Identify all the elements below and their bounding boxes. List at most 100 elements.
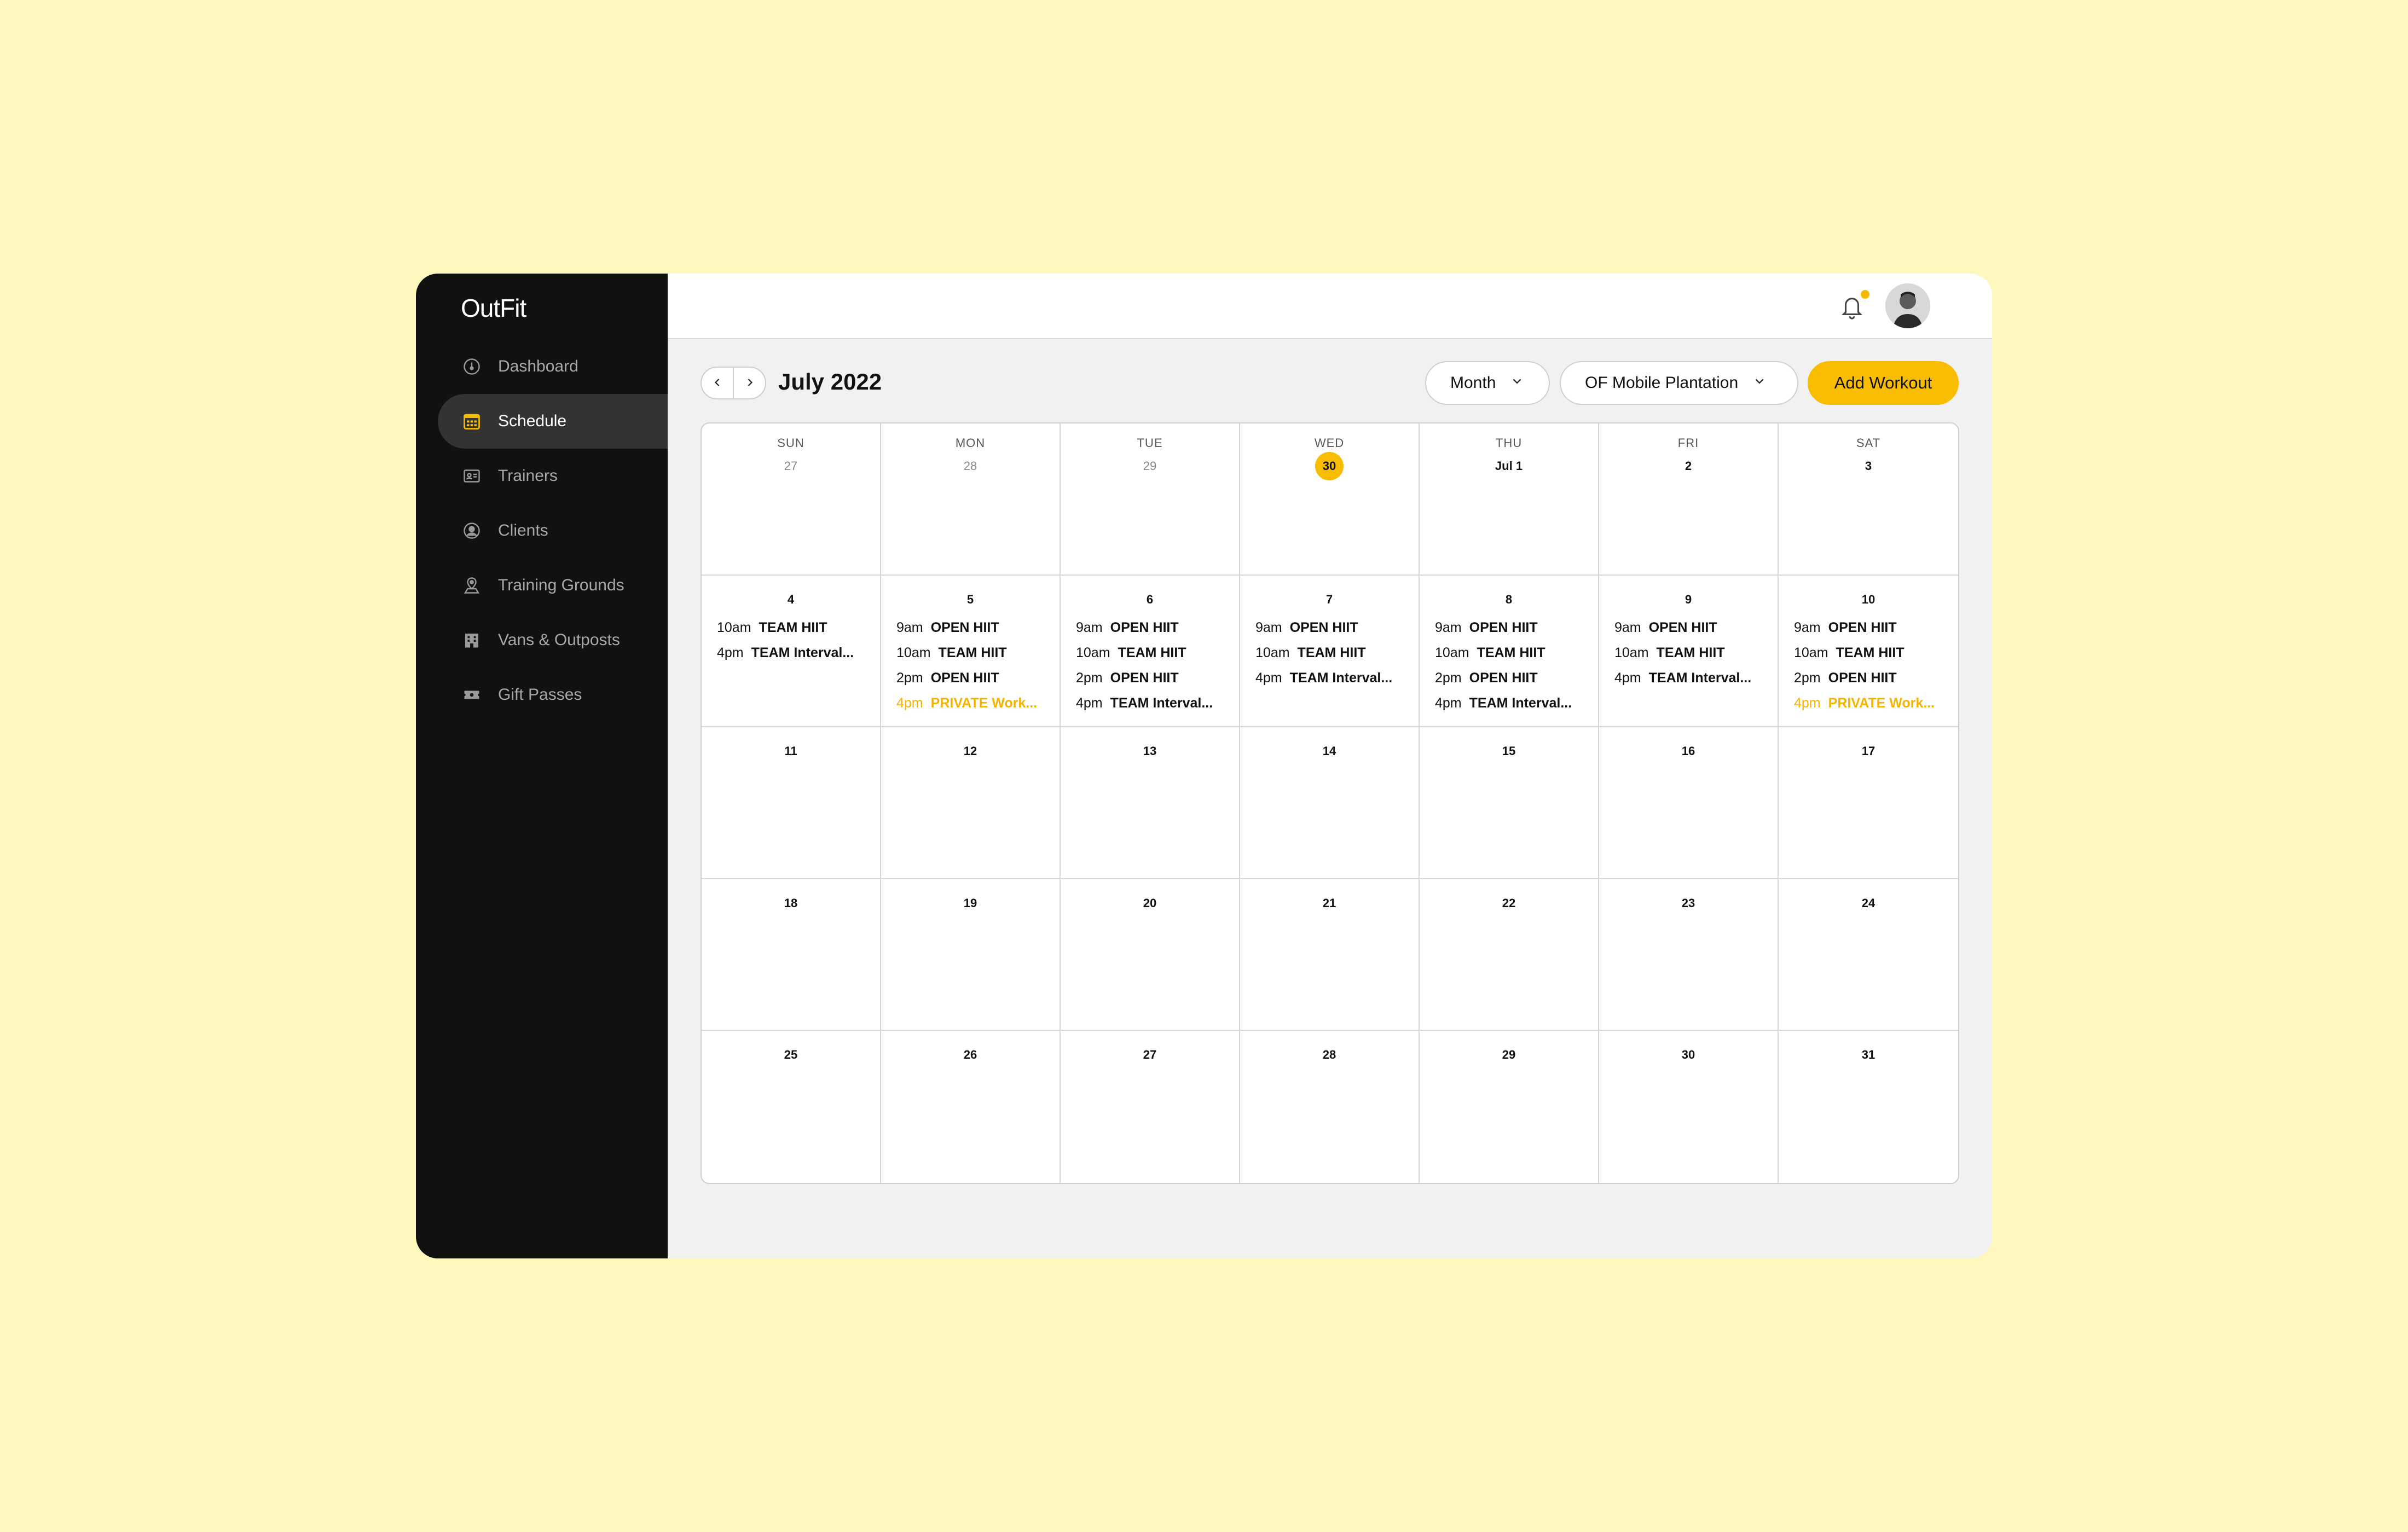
location-select[interactable]: OF Mobile Plantation xyxy=(1560,361,1798,405)
calendar-event[interactable]: 10am TEAM HIIT xyxy=(1076,640,1224,665)
sidebar-item-dashboard[interactable]: Dashboard xyxy=(438,339,668,394)
calendar-day-cell[interactable]: 18 xyxy=(702,879,881,1031)
calendar-event[interactable]: 2pm OPEN HIIT xyxy=(1794,665,1943,690)
calendar-event[interactable]: 10am TEAM HIIT xyxy=(1614,640,1762,665)
calendar-event[interactable]: 10am TEAM HIIT xyxy=(1794,640,1943,665)
calendar-day-cell[interactable]: 12 xyxy=(881,727,1061,879)
calendar-event[interactable]: 10am TEAM HIIT xyxy=(1435,640,1583,665)
calendar-day-cell[interactable]: 28 xyxy=(1240,1031,1420,1183)
event-title: TEAM HIIT xyxy=(1297,645,1366,660)
calendar-day-cell[interactable]: 27 xyxy=(1061,1031,1240,1183)
calendar-event[interactable]: 4pm PRIVATE Work... xyxy=(896,690,1044,716)
calendar-day-cell[interactable]: SAT 3 xyxy=(1779,423,1958,576)
sidebar-item-schedule[interactable]: Schedule xyxy=(438,394,668,449)
calendar-event[interactable]: 4pm TEAM Interval... xyxy=(1435,690,1583,716)
calendar-event[interactable]: 10am TEAM HIIT xyxy=(717,615,865,640)
calendar-day-cell[interactable]: FRI 2 xyxy=(1599,423,1779,576)
add-workout-button[interactable]: Add Workout xyxy=(1808,361,1959,405)
calendar-day-cell[interactable]: 25 xyxy=(702,1031,881,1183)
day-number: 29 xyxy=(1143,459,1157,473)
calendar-event[interactable]: 9am OPEN HIIT xyxy=(1076,615,1224,640)
sidebar-item-label: Dashboard xyxy=(498,357,578,375)
calendar-day-cell[interactable]: 30 xyxy=(1599,1031,1779,1183)
calendar-event[interactable]: 9am OPEN HIIT xyxy=(1614,615,1762,640)
calendar-day-cell[interactable]: 11 xyxy=(702,727,881,879)
event-title: OPEN HIIT xyxy=(1289,619,1358,635)
next-month-button[interactable] xyxy=(734,368,765,398)
calendar-event[interactable]: 4pm TEAM Interval... xyxy=(1255,665,1403,690)
calendar-day-cell[interactable]: 6 9am OPEN HIIT 10am TEAM HIIT 2pm OPEN HIIT 4p… xyxy=(1061,575,1240,728)
sidebar-item-label: Training Grounds xyxy=(498,576,624,594)
sidebar-item-clients[interactable]: Clients xyxy=(438,503,668,558)
view-select[interactable]: Month xyxy=(1425,361,1550,405)
day-number: 20 xyxy=(1143,896,1157,910)
day-number: 15 xyxy=(1502,744,1516,758)
calendar-day-cell[interactable]: TUE 29 xyxy=(1061,423,1240,576)
calendar-day-cell[interactable]: 9 9am OPEN HIIT 10am TEAM HIIT 4pm TEAM Interv… xyxy=(1599,575,1779,728)
event-title: OPEN HIIT xyxy=(930,670,999,686)
calendar-day-cell[interactable]: 13 xyxy=(1061,727,1240,879)
day-number: 14 xyxy=(1322,744,1336,758)
calendar-day-cell[interactable]: 5 9am OPEN HIIT 10am TEAM HIIT 2pm OPEN HIIT 4p… xyxy=(881,575,1061,728)
calendar-day-cell[interactable]: 24 xyxy=(1779,879,1958,1031)
calendar-day-cell[interactable]: THU Jul 1 xyxy=(1420,423,1599,576)
calendar-day-cell[interactable]: SUN 27 xyxy=(702,423,881,576)
event-title: PRIVATE Work... xyxy=(1828,695,1935,711)
calendar-day-cell[interactable]: 19 xyxy=(881,879,1061,1031)
sidebar-item-vans-outposts[interactable]: Vans & Outposts xyxy=(438,613,668,668)
day-number: 10 xyxy=(1861,592,1876,606)
calendar-event[interactable]: 4pm TEAM Interval... xyxy=(717,640,865,665)
calendar-day-cell[interactable]: 10 9am OPEN HIIT 10am TEAM HIIT 2pm OPEN HIIT 4… xyxy=(1779,576,1958,728)
calendar-day-cell[interactable]: 29 xyxy=(1420,1031,1599,1183)
calendar-day-cell[interactable]: 15 xyxy=(1420,727,1599,879)
calendar-day-cell[interactable]: 23 xyxy=(1599,879,1779,1031)
chevron-left-icon xyxy=(712,377,723,390)
event-time: 2pm xyxy=(1076,670,1103,686)
weekday-header: MON xyxy=(955,436,986,450)
calendar-event[interactable]: 2pm OPEN HIIT xyxy=(1076,665,1224,690)
sidebar-item-trainers[interactable]: Trainers xyxy=(438,449,668,503)
id-card-icon xyxy=(461,465,483,487)
calendar-event[interactable]: 2pm OPEN HIIT xyxy=(896,665,1044,690)
day-number: 5 xyxy=(966,592,974,606)
sidebar-nav: Dashboard Schedule Trainers Clients Trai… xyxy=(416,339,668,722)
calendar-day-cell[interactable]: 7 9am OPEN HIIT 10am TEAM HIIT 4pm TEAM Interv… xyxy=(1240,575,1420,728)
calendar-day-cell[interactable]: 8 9am OPEN HIIT 10am TEAM HIIT 2pm OPEN HIIT 4p… xyxy=(1420,575,1599,728)
day-number: 19 xyxy=(963,896,977,910)
calendar-event[interactable]: 10am TEAM HIIT xyxy=(896,640,1044,665)
month-calendar-grid: SUN 27 MON 28 TUE 29 WED 30 THU Jul 1 FRI 2 SAT 3 4 10a… xyxy=(701,422,1959,1184)
day-number: 25 xyxy=(784,1048,798,1062)
calendar-day-cell[interactable]: 16 xyxy=(1599,727,1779,879)
calendar-day-cell[interactable]: 20 xyxy=(1061,879,1240,1031)
calendar-day-cell[interactable]: 26 xyxy=(881,1031,1061,1183)
day-number: 7 xyxy=(1325,592,1333,606)
calendar-event[interactable]: 10am TEAM HIIT xyxy=(1255,640,1403,665)
bell-icon xyxy=(1839,293,1865,323)
calendar-day-cell[interactable]: 21 xyxy=(1240,879,1420,1031)
day-number: 8 xyxy=(1505,592,1513,606)
sidebar-item-label: Vans & Outposts xyxy=(498,631,620,649)
calendar-event[interactable]: 2pm OPEN HIIT xyxy=(1435,665,1583,690)
previous-month-button[interactable] xyxy=(702,368,733,398)
calendar-day-cell[interactable]: 14 xyxy=(1240,727,1420,879)
calendar-day-cell[interactable]: MON 28 xyxy=(881,423,1061,576)
day-number: 24 xyxy=(1861,896,1876,910)
calendar-day-cell[interactable]: 4 10am TEAM HIIT 4pm TEAM Interval... xyxy=(702,575,881,728)
calendar-day-cell[interactable]: 31 xyxy=(1779,1031,1958,1183)
calendar-event[interactable]: 9am OPEN HIIT xyxy=(1435,615,1583,640)
calendar-day-cell[interactable]: 17 xyxy=(1779,727,1958,879)
sidebar-item-gift-passes[interactable]: Gift Passes xyxy=(438,668,668,722)
calendar-event[interactable]: 9am OPEN HIIT xyxy=(1794,615,1943,640)
calendar-event[interactable]: 9am OPEN HIIT xyxy=(896,615,1044,640)
calendar-day-cell[interactable]: 22 xyxy=(1420,879,1599,1031)
avatar[interactable] xyxy=(1885,283,1930,328)
calendar-event[interactable]: 4pm PRIVATE Work... xyxy=(1794,690,1943,716)
calendar-event[interactable]: 9am OPEN HIIT xyxy=(1255,615,1403,640)
calendar-event[interactable]: 4pm TEAM Interval... xyxy=(1614,665,1762,690)
event-list: 10am TEAM HIIT 4pm TEAM Interval... xyxy=(702,611,880,665)
day-number: 21 xyxy=(1322,896,1336,910)
calendar-event[interactable]: 4pm TEAM Interval... xyxy=(1076,690,1224,716)
app-logo[interactable]: OutFit xyxy=(461,293,526,323)
calendar-day-cell[interactable]: WED 30 xyxy=(1240,423,1420,576)
sidebar-item-training-grounds[interactable]: Training Grounds xyxy=(438,558,668,613)
